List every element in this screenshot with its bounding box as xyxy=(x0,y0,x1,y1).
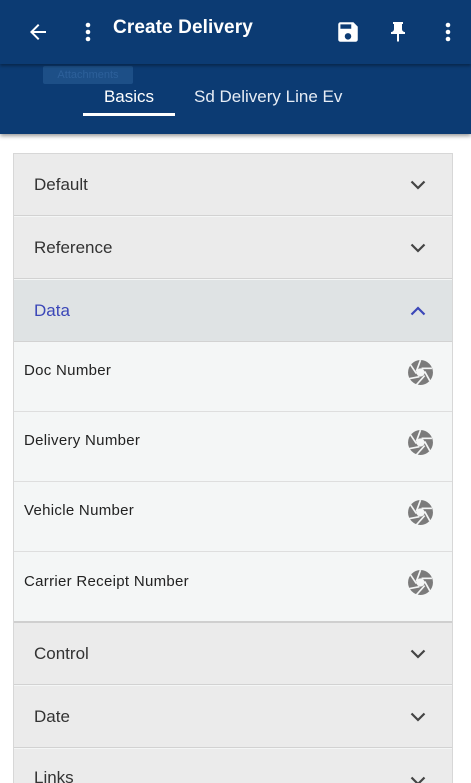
back-arrow-icon[interactable] xyxy=(20,14,56,50)
camera-shutter-icon[interactable] xyxy=(407,569,434,596)
camera-shutter-icon[interactable] xyxy=(407,359,434,386)
field-carrier-receipt-number[interactable]: Carrier Receipt Number xyxy=(14,552,452,623)
chevron-down-icon xyxy=(410,240,426,256)
section-label: Default xyxy=(34,174,88,194)
chevron-down-icon xyxy=(410,709,426,725)
field-label: Delivery Number xyxy=(24,432,141,449)
menu-dots-icon[interactable] xyxy=(70,14,106,50)
field-label: Doc Number xyxy=(24,362,112,379)
app-bar: Create Delivery xyxy=(0,0,471,64)
section-control[interactable]: Control xyxy=(14,623,452,685)
section-label: Control xyxy=(34,643,89,663)
chevron-down-icon xyxy=(410,646,426,662)
section-data[interactable]: Data xyxy=(14,280,452,342)
section-label: Data xyxy=(34,300,70,320)
tab-bar: Attachments Basics Sd Delivery Line Ev xyxy=(0,64,471,134)
save-icon[interactable] xyxy=(330,14,366,50)
section-links[interactable]: Links xyxy=(14,749,452,783)
field-label: Vehicle Number xyxy=(24,502,135,519)
chevron-down-icon xyxy=(410,773,426,783)
overflow-menu-icon[interactable] xyxy=(430,14,466,50)
section-label: Links xyxy=(34,768,74,783)
tab-sd-delivery-line-ev[interactable]: Sd Delivery Line Ev xyxy=(194,87,342,113)
section-label: Date xyxy=(34,706,70,726)
chevron-down-icon xyxy=(410,177,426,193)
field-vehicle-number[interactable]: Vehicle Number xyxy=(14,482,452,552)
pin-icon[interactable] xyxy=(380,14,416,50)
section-date[interactable]: Date xyxy=(14,686,452,748)
field-label: Carrier Receipt Number xyxy=(24,573,189,590)
form-panel: Default Reference Data Doc Number Delive… xyxy=(13,153,453,783)
tab-basics[interactable]: Basics xyxy=(83,87,175,116)
page-title: Create Delivery xyxy=(113,17,253,38)
field-delivery-number[interactable]: Delivery Number xyxy=(14,412,452,482)
camera-shutter-icon[interactable] xyxy=(407,499,434,526)
attachments-tooltip: Attachments xyxy=(43,66,133,84)
field-doc-number[interactable]: Doc Number xyxy=(14,342,452,412)
section-reference[interactable]: Reference xyxy=(14,217,452,279)
section-label: Reference xyxy=(34,237,113,257)
chevron-up-icon xyxy=(410,303,426,319)
section-default[interactable]: Default xyxy=(14,154,452,216)
camera-shutter-icon[interactable] xyxy=(407,429,434,456)
